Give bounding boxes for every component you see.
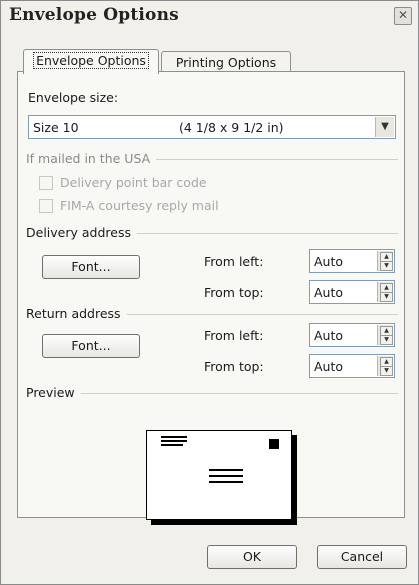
delivery-from-left-label: From left: [204, 254, 264, 269]
return-address-label: Return address [26, 306, 127, 321]
envelope-size-dimensions: (4 1/8 x 9 1/2 in) [179, 120, 284, 135]
envelope-preview-graphic [161, 436, 279, 483]
return-from-top-value: Auto [314, 359, 344, 374]
envelope-size-label: Envelope size: [28, 90, 119, 105]
fim-a-label: FIM-A courtesy reply mail [60, 198, 219, 213]
title-bar: Envelope Options ✕ [1, 1, 418, 27]
return-from-top-label: From top: [204, 359, 264, 374]
spin-down-icon[interactable]: ▼ [380, 292, 393, 302]
return-from-top-spinner[interactable]: Auto ▲ ▼ [309, 354, 395, 378]
spinner-arrows[interactable]: ▲ ▼ [377, 282, 393, 302]
envelope-size-value: Size 10 [33, 120, 79, 135]
return-from-left-spinner[interactable]: Auto ▲ ▼ [309, 323, 395, 347]
delivery-font-button[interactable]: Font... [42, 255, 140, 279]
spin-down-icon[interactable]: ▼ [380, 335, 393, 345]
delivery-from-left-spinner[interactable]: Auto ▲ ▼ [309, 249, 395, 273]
usa-section-label: If mailed in the USA [26, 151, 157, 166]
dialog-title: Envelope Options [9, 5, 179, 25]
delivery-point-bar-code-checkbox[interactable] [39, 176, 53, 190]
return-address-heading: Return address [26, 306, 398, 321]
tab-panel: Envelope size: Size 10 (4 1/8 x 9 1/2 in… [17, 71, 405, 520]
envelope-size-select[interactable]: Size 10 (4 1/8 x 9 1/2 in) ▼ [28, 115, 396, 139]
close-icon[interactable]: ✕ [394, 7, 412, 25]
spinner-arrows[interactable]: ▲ ▼ [377, 325, 393, 345]
return-font-button[interactable]: Font... [42, 334, 140, 358]
cancel-button[interactable]: Cancel [317, 545, 407, 569]
delivery-from-left-value: Auto [314, 254, 344, 269]
envelope-options-dialog: Envelope Options ✕ Envelope Options Prin… [0, 0, 419, 585]
ok-button[interactable]: OK [207, 545, 297, 569]
preview-heading: Preview [26, 385, 398, 400]
usa-section-heading: If mailed in the USA [26, 151, 398, 166]
chevron-down-icon[interactable]: ▼ [375, 117, 394, 137]
return-from-left-value: Auto [314, 328, 344, 343]
spinner-arrows[interactable]: ▲ ▼ [377, 356, 393, 376]
delivery-from-top-value: Auto [314, 285, 344, 300]
preview-label: Preview [26, 385, 81, 400]
delivery-address-heading: Delivery address [26, 225, 398, 240]
spinner-arrows[interactable]: ▲ ▼ [377, 251, 393, 271]
fim-a-checkbox[interactable] [39, 199, 53, 213]
tab-envelope-options[interactable]: Envelope Options [23, 49, 159, 74]
delivery-address-label: Delivery address [26, 225, 137, 240]
delivery-from-top-spinner[interactable]: Auto ▲ ▼ [309, 280, 395, 304]
delivery-point-bar-code-label: Delivery point bar code [60, 175, 207, 190]
envelope-preview[interactable] [146, 430, 292, 520]
spin-down-icon[interactable]: ▼ [380, 366, 393, 376]
return-from-left-label: From left: [204, 328, 264, 343]
spin-down-icon[interactable]: ▼ [380, 261, 393, 271]
tab-envelope-options-label: Envelope Options [33, 52, 149, 69]
section-divider [26, 393, 398, 394]
delivery-from-top-label: From top: [204, 285, 264, 300]
tab-printing-options-label: Printing Options [175, 55, 277, 70]
